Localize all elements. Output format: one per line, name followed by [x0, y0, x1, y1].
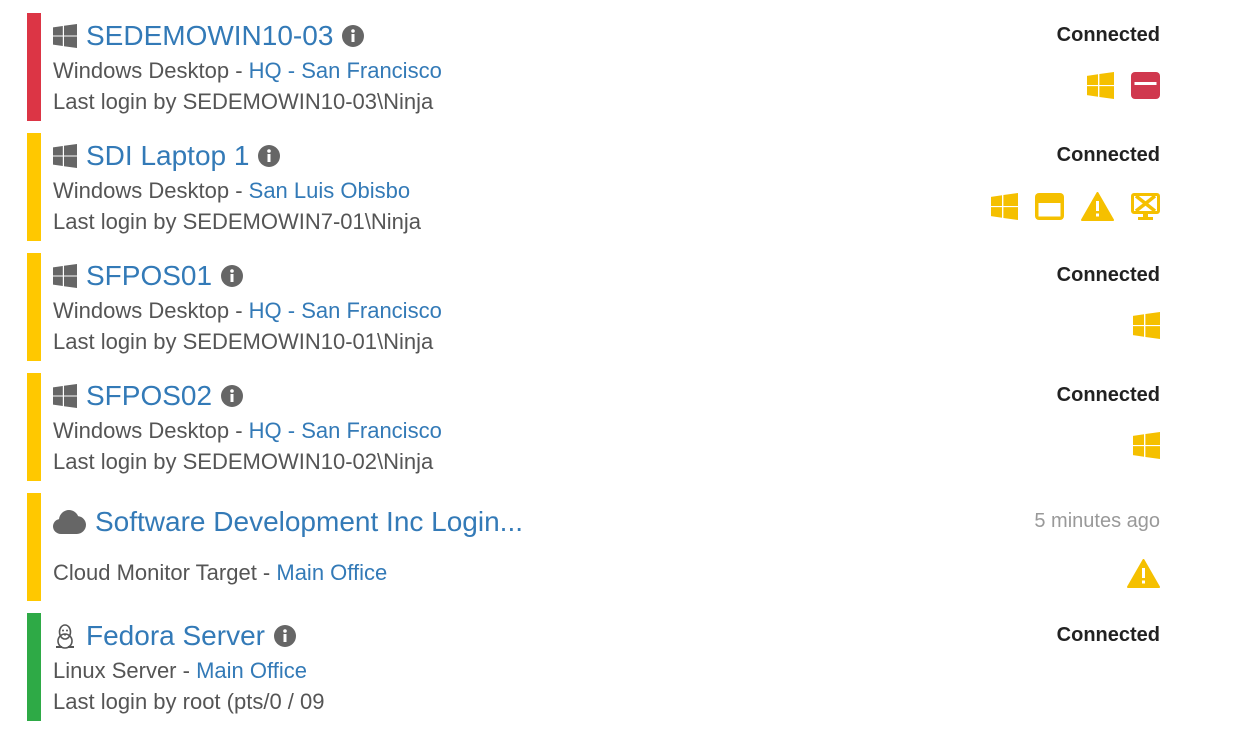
device-row: SFPOS01 Windows Desktop - HQ - San Franc… [27, 253, 1167, 361]
connection-status: Connected [1056, 264, 1160, 286]
status-indicator-warning [27, 373, 41, 481]
windows-update-icon[interactable] [991, 193, 1018, 220]
connection-status: Connected [1056, 624, 1160, 646]
separator: - [229, 418, 249, 443]
cloud-icon [53, 510, 86, 534]
status-indicator-warning [27, 133, 41, 241]
separator: - [256, 560, 277, 585]
device-type: Windows Desktop [53, 178, 230, 203]
status-indicator-critical [27, 13, 41, 121]
device-row: Software Development Inc Login... Cloud … [27, 493, 1167, 601]
device-type: Windows Desktop [53, 298, 230, 323]
info-icon[interactable] [342, 25, 365, 47]
windows-icon [53, 264, 77, 288]
windows-icon [53, 24, 77, 48]
location-link[interactable]: San Luis Obisbo [249, 178, 410, 203]
location-link[interactable]: HQ - San Francisco [249, 418, 442, 443]
status-indicator-warning [27, 493, 41, 601]
device-row: SDI Laptop 1 Windows Desktop - San Luis … [27, 133, 1167, 241]
separator: - [229, 178, 249, 203]
windows-icon [53, 144, 77, 168]
last-login: Last login by SEDEMOWIN10-03\Ninja [53, 89, 434, 114]
device-type: Windows Desktop [53, 58, 230, 83]
location-link[interactable]: HQ - San Francisco [249, 58, 442, 83]
device-name-link[interactable]: SFPOS02 [86, 380, 212, 412]
monitor-disconnected-icon[interactable] [1131, 192, 1160, 221]
device-name-link[interactable]: Software Development Inc Login... [95, 506, 523, 538]
device-name-link[interactable]: Fedora Server [86, 620, 265, 652]
device-type: Cloud Monitor Target [53, 560, 257, 585]
windows-update-icon[interactable] [1133, 432, 1160, 459]
windows-icon [53, 384, 77, 408]
device-name-link[interactable]: SEDEMOWIN10-03 [86, 20, 333, 52]
location-link[interactable]: HQ - San Francisco [249, 298, 442, 323]
status-indicator-warning [27, 253, 41, 361]
separator: - [176, 658, 197, 683]
device-name-link[interactable]: SDI Laptop 1 [86, 140, 249, 172]
windows-update-icon[interactable] [1087, 72, 1114, 99]
info-icon[interactable] [221, 265, 244, 287]
windows-update-icon[interactable] [1133, 312, 1160, 339]
window-alert-icon[interactable] [1035, 193, 1064, 220]
info-icon[interactable] [273, 625, 296, 647]
device-row: SEDEMOWIN10-03 Windows Desktop - HQ - Sa… [27, 13, 1167, 121]
last-check-time: 5 minutes ago [1034, 510, 1160, 532]
linux-icon [53, 624, 77, 649]
window-alert-icon[interactable] [1131, 72, 1160, 99]
connection-status: Connected [1056, 24, 1160, 46]
last-login: Last login by root (pts/0 / 09 [53, 689, 325, 714]
device-row: Fedora Server Linux Server - Main Office… [27, 613, 1167, 721]
location-link[interactable]: Main Office [196, 658, 307, 683]
last-login: Last login by SEDEMOWIN10-02\Ninja [53, 449, 434, 474]
info-icon[interactable] [221, 385, 244, 407]
info-icon[interactable] [258, 145, 281, 167]
last-login: Last login by SEDEMOWIN7-01\Ninja [53, 209, 422, 234]
device-row: SFPOS02 Windows Desktop - HQ - San Franc… [27, 373, 1167, 481]
device-type: Linux Server [53, 658, 177, 683]
device-type: Windows Desktop [53, 418, 230, 443]
device-name-link[interactable]: SFPOS01 [86, 260, 212, 292]
last-login: Last login by SEDEMOWIN10-01\Ninja [53, 329, 434, 354]
location-link[interactable]: Main Office [276, 560, 387, 585]
connection-status: Connected [1056, 144, 1160, 166]
connection-status: Connected [1056, 384, 1160, 406]
status-indicator-ok [27, 613, 41, 721]
warning-icon[interactable] [1127, 559, 1160, 588]
separator: - [229, 298, 249, 323]
separator: - [229, 58, 249, 83]
warning-icon[interactable] [1081, 192, 1114, 221]
